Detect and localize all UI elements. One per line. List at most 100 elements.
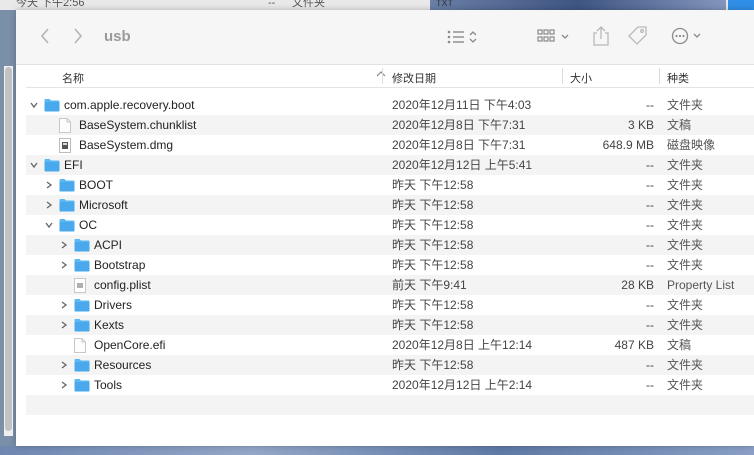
disclosure-closed-icon[interactable] xyxy=(58,235,70,255)
folder-icon xyxy=(59,178,75,192)
file-size: -- xyxy=(646,178,654,192)
folder-icon xyxy=(74,318,90,332)
file-row[interactable]: Resources 昨天 下午12:58 -- 文件夹 xyxy=(26,355,754,375)
disclosure-closed-icon[interactable] xyxy=(43,175,55,195)
folder-icon xyxy=(74,378,90,392)
file-row[interactable]: BaseSystem.chunklist 2020年12月8日 下午7:31 3 K… xyxy=(26,115,754,135)
file-kind: 文件夹 xyxy=(667,218,704,232)
file-date: 前天 下午9:41 xyxy=(392,278,467,292)
file-name: com.apple.recovery.boot xyxy=(64,98,195,112)
file-row[interactable]: OpenCore.efi 2020年12月8日 上午12:14 487 KB 文稿 xyxy=(26,335,754,355)
file-size: 487 KB xyxy=(614,338,654,352)
sort-ascending-icon[interactable] xyxy=(376,69,386,82)
disk-image-icon xyxy=(59,138,75,153)
scrollbar-thumb[interactable] xyxy=(5,67,12,431)
file-row[interactable]: EFI 2020年12月12日 上午5:41 -- 文件夹 xyxy=(26,155,754,175)
file-kind: 文件夹 xyxy=(667,298,704,312)
document-icon xyxy=(74,338,90,353)
file-size: -- xyxy=(646,318,654,332)
list-view-icon[interactable] xyxy=(444,27,484,47)
disclosure-closed-icon[interactable] xyxy=(43,195,55,215)
column-divider[interactable] xyxy=(562,68,563,84)
column-size-header[interactable]: 大小 xyxy=(570,70,592,86)
disclosure-closed-icon[interactable] xyxy=(58,375,70,395)
file-kind: 文件夹 xyxy=(667,238,704,252)
column-kind-header[interactable]: 种类 xyxy=(667,70,689,86)
file-rows: com.apple.recovery.boot 2020年12月11日 下午4:0… xyxy=(26,95,754,415)
file-name: config.plist xyxy=(94,278,151,292)
disclosure-closed-icon[interactable] xyxy=(58,295,70,315)
file-size: 28 KB xyxy=(621,278,654,292)
ellipsis-circle-icon[interactable] xyxy=(670,26,706,46)
file-date: 昨天 下午12:58 xyxy=(392,178,474,192)
file-date: 2020年12月8日 下午7:31 xyxy=(392,138,526,152)
disclosure-open-icon[interactable] xyxy=(28,155,40,175)
folder-icon xyxy=(59,218,75,232)
file-row[interactable]: Bootstrap 昨天 下午12:58 -- 文件夹 xyxy=(26,255,754,275)
column-divider[interactable] xyxy=(382,68,383,84)
column-divider[interactable] xyxy=(659,68,660,84)
grid-view-icon[interactable] xyxy=(536,27,574,47)
file-row[interactable]: Drivers 昨天 下午12:58 -- 文件夹 xyxy=(26,295,754,315)
file-kind: 文件夹 xyxy=(667,258,704,272)
file-date: 2020年12月12日 上午2:14 xyxy=(392,378,533,392)
toolbar: usb xyxy=(16,10,754,65)
file-kind: 文稿 xyxy=(667,118,692,132)
file-name: Tools xyxy=(94,378,123,392)
folder-icon xyxy=(74,358,90,372)
file-kind: 文件夹 xyxy=(667,178,704,192)
background-date-text: 今天 下午2:56 xyxy=(16,0,85,9)
column-name-header[interactable]: 名称 xyxy=(62,70,84,86)
background-window-strip: 今天 下午2:56 -- 文件夹 TXT xyxy=(0,0,754,10)
folder-icon xyxy=(59,198,75,212)
file-row[interactable]: config.plist 前天 下午9:41 28 KB Property List xyxy=(26,275,754,295)
file-name: Resources xyxy=(94,358,152,372)
share-icon[interactable] xyxy=(591,24,611,48)
file-size: 3 KB xyxy=(627,118,654,132)
file-kind: 文件夹 xyxy=(667,378,704,392)
column-header: 名称 修改日期 大小 种类 xyxy=(26,65,754,88)
file-size: 648.9 MB xyxy=(602,138,654,152)
file-row[interactable]: OC 昨天 下午12:58 -- 文件夹 xyxy=(26,215,754,235)
file-date: 2020年12月11日 下午4:03 xyxy=(392,98,532,112)
file-row[interactable]: Microsoft 昨天 下午12:58 -- 文件夹 xyxy=(26,195,754,215)
file-kind: 文稿 xyxy=(667,338,692,352)
disclosure-closed-icon[interactable] xyxy=(58,255,70,275)
folder-icon xyxy=(44,158,60,172)
file-date: 昨天 下午12:58 xyxy=(392,238,474,252)
file-name: ACPI xyxy=(94,238,123,252)
disclosure-closed-icon[interactable] xyxy=(58,315,70,335)
background-kind-text: 文件夹 xyxy=(292,0,325,9)
file-row[interactable]: BOOT 昨天 下午12:58 -- 文件夹 xyxy=(26,175,754,195)
file-size: -- xyxy=(646,238,654,252)
file-size: -- xyxy=(646,378,654,392)
disclosure-open-icon[interactable] xyxy=(43,215,55,235)
desktop-wallpaper xyxy=(430,0,726,10)
desktop-wallpaper-bottom xyxy=(0,446,754,455)
column-date-header[interactable]: 修改日期 xyxy=(392,70,436,86)
file-row[interactable]: BaseSystem.dmg 2020年12月8日 下午7:31 648.9 MB 磁… xyxy=(26,135,754,155)
window-title: usb xyxy=(104,28,131,45)
file-date: 昨天 下午12:58 xyxy=(392,318,474,332)
disclosure-closed-icon[interactable] xyxy=(58,355,70,375)
file-row[interactable]: Kexts 昨天 下午12:58 -- 文件夹 xyxy=(26,315,754,335)
file-size: -- xyxy=(646,218,654,232)
file-row[interactable]: ACPI 昨天 下午12:58 -- 文件夹 xyxy=(26,235,754,255)
chevron-left-icon[interactable] xyxy=(38,26,52,46)
file-row[interactable]: Tools 2020年12月12日 上午2:14 -- 文件夹 xyxy=(26,375,754,395)
folder-icon xyxy=(74,258,90,272)
chevron-right-icon[interactable] xyxy=(71,26,85,46)
file-kind: 磁盘映像 xyxy=(667,138,716,152)
empty-row xyxy=(26,395,754,415)
file-name: OpenCore.efi xyxy=(94,338,166,352)
file-date: 昨天 下午12:58 xyxy=(392,218,474,232)
file-date: 昨天 下午12:58 xyxy=(392,198,474,212)
file-name: Bootstrap xyxy=(94,258,146,272)
file-row[interactable]: com.apple.recovery.boot 2020年12月11日 下午4:0… xyxy=(26,95,754,115)
file-name: OC xyxy=(79,218,97,232)
file-kind: 文件夹 xyxy=(667,158,704,172)
file-name: Microsoft xyxy=(79,198,128,212)
disclosure-open-icon[interactable] xyxy=(28,95,40,115)
tag-icon[interactable] xyxy=(626,24,650,48)
background-size-text: -- xyxy=(268,0,276,9)
